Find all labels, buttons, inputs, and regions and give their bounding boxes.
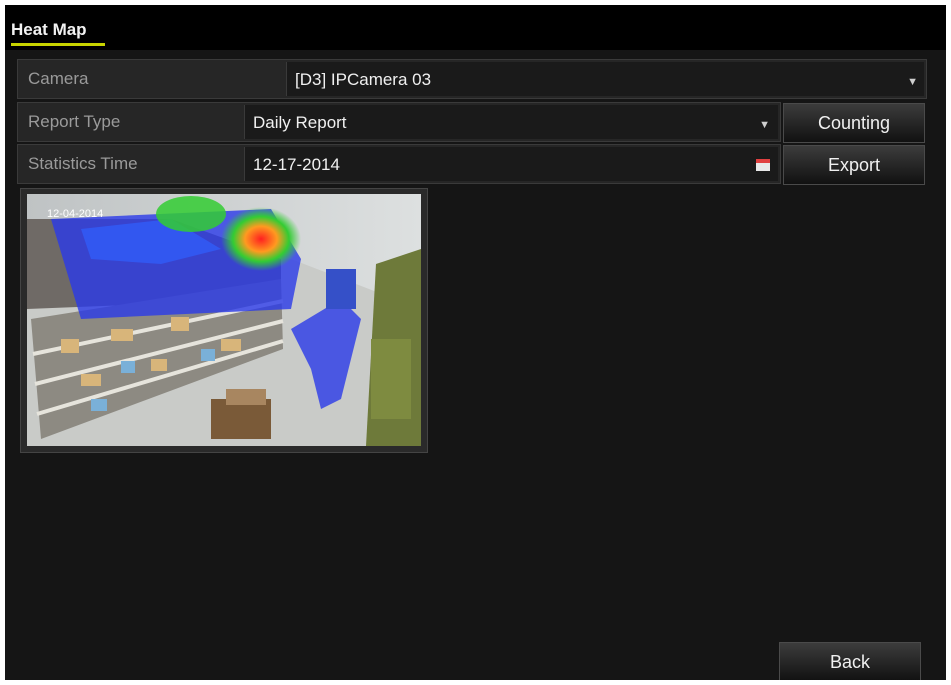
chevron-down-icon[interactable]: ▼ [759, 119, 770, 131]
camera-select[interactable]: [D3] IPCamera 03 ▼ [286, 62, 924, 96]
heat-map-window: Heat Map Camera [D3] IPCamera 03 ▼ Repor… [5, 5, 946, 680]
heat-map-preview: 12-04-2014 [20, 188, 428, 453]
camera-label: Camera [28, 69, 89, 88]
report-type-label: Report Type [28, 112, 121, 131]
heat-map-image: 12-04-2014 [21, 189, 427, 452]
calendar-icon[interactable] [756, 159, 770, 171]
statistics-time-row: Statistics Time 12-17-2014 [17, 144, 781, 184]
tab-heat-map[interactable]: Heat Map [11, 20, 87, 40]
title-bar: Heat Map [5, 5, 946, 50]
report-type-row: Report Type Daily Report ▼ [17, 102, 781, 142]
statistics-time-label: Statistics Time [28, 154, 138, 173]
camera-row: Camera [D3] IPCamera 03 ▼ [17, 59, 927, 99]
report-type-select[interactable]: Daily Report ▼ [244, 105, 778, 139]
statistics-time-value: 12-17-2014 [253, 155, 340, 174]
camera-value: [D3] IPCamera 03 [295, 70, 432, 89]
report-type-value: Daily Report [253, 113, 347, 132]
counting-button[interactable]: Counting [783, 103, 925, 143]
active-tab-indicator [11, 43, 105, 46]
statistics-time-field[interactable]: 12-17-2014 [244, 147, 778, 181]
osd-date: 12-04-2014 [47, 208, 103, 220]
chevron-down-icon[interactable]: ▼ [907, 76, 918, 88]
export-button[interactable]: Export [783, 145, 925, 185]
back-button[interactable]: Back [779, 642, 921, 680]
